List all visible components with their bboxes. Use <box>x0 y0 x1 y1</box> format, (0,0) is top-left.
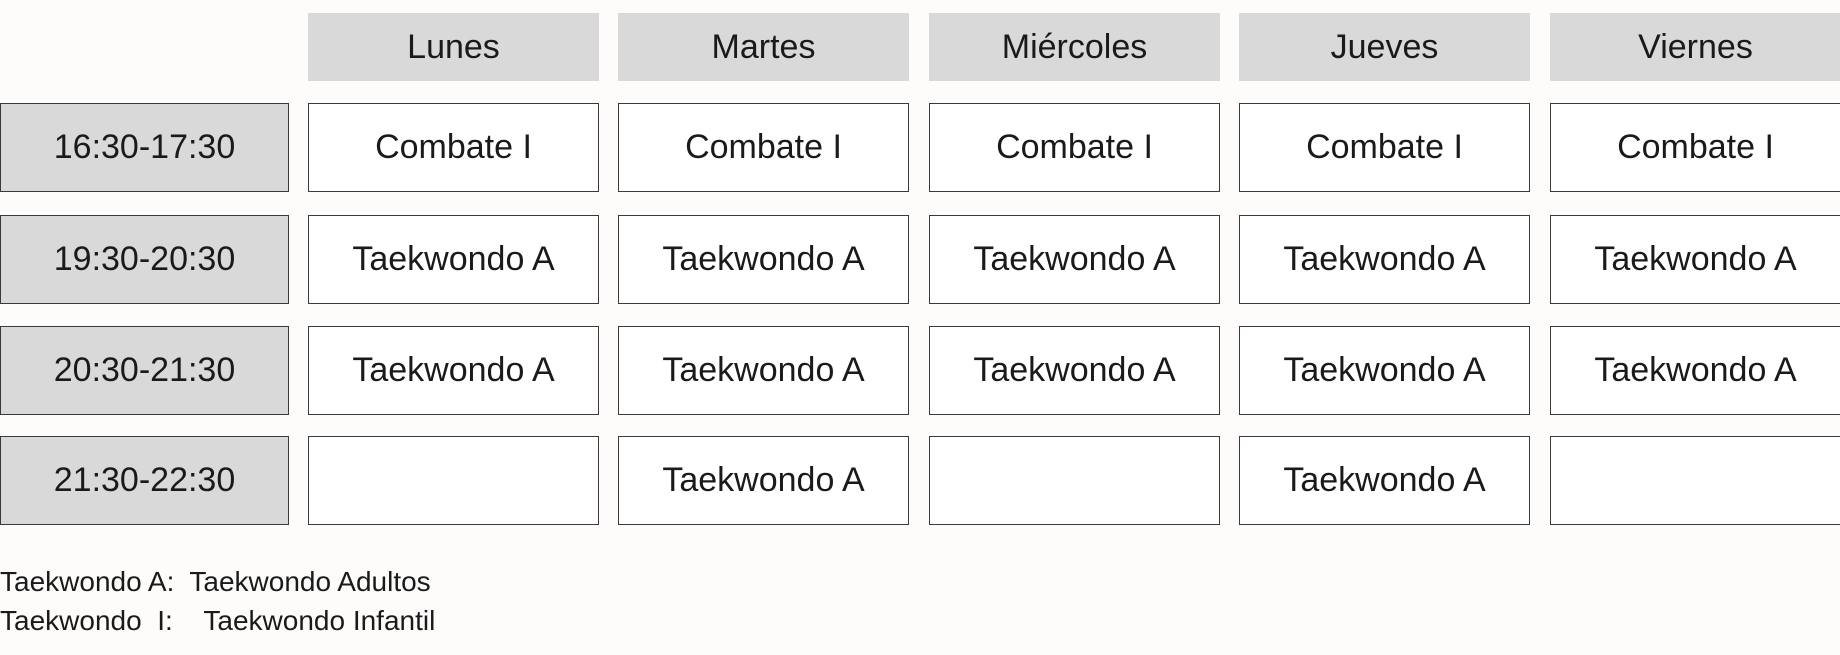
legend-infantil: Taekwondo I: Taekwondo Infantil <box>0 605 436 636</box>
schedule-cell: Taekwondo A <box>308 215 599 304</box>
schedule-cell <box>1550 436 1840 525</box>
schedule-cell <box>929 436 1220 525</box>
schedule-cell: Taekwondo A <box>618 436 909 525</box>
day-header-martes: Martes <box>618 13 909 81</box>
schedule-cell: Combate I <box>618 103 909 192</box>
day-header-jueves: Jueves <box>1239 13 1530 81</box>
time-slot-label: 21:30-22:30 <box>0 436 289 525</box>
time-slot-label: 20:30-21:30 <box>0 326 289 415</box>
schedule-cell: Taekwondo A <box>618 326 909 415</box>
schedule-cell: Combate I <box>1239 103 1530 192</box>
schedule-cell: Taekwondo A <box>1239 326 1530 415</box>
schedule-cell: Combate I <box>929 103 1220 192</box>
day-header-viernes: Viernes <box>1550 13 1840 81</box>
schedule-cell: Taekwondo A <box>1550 326 1840 415</box>
schedule-cell: Combate I <box>308 103 599 192</box>
schedule-cell <box>308 436 599 525</box>
time-slot-label: 19:30-20:30 <box>0 215 289 304</box>
day-header-lunes: Lunes <box>308 13 599 81</box>
schedule-cell: Taekwondo A <box>1239 215 1530 304</box>
schedule-cell: Taekwondo A <box>1239 436 1530 525</box>
schedule-cell: Taekwondo A <box>618 215 909 304</box>
schedule-cell: Combate I <box>1550 103 1840 192</box>
schedule-cell: Taekwondo A <box>929 326 1220 415</box>
day-header-miercoles: Miércoles <box>929 13 1220 81</box>
schedule-cell: Taekwondo A <box>308 326 599 415</box>
legend-adultos: Taekwondo A: Taekwondo Adultos <box>0 566 431 597</box>
schedule-cell: Taekwondo A <box>1550 215 1840 304</box>
schedule-cell: Taekwondo A <box>929 215 1220 304</box>
time-slot-label: 16:30-17:30 <box>0 103 289 192</box>
